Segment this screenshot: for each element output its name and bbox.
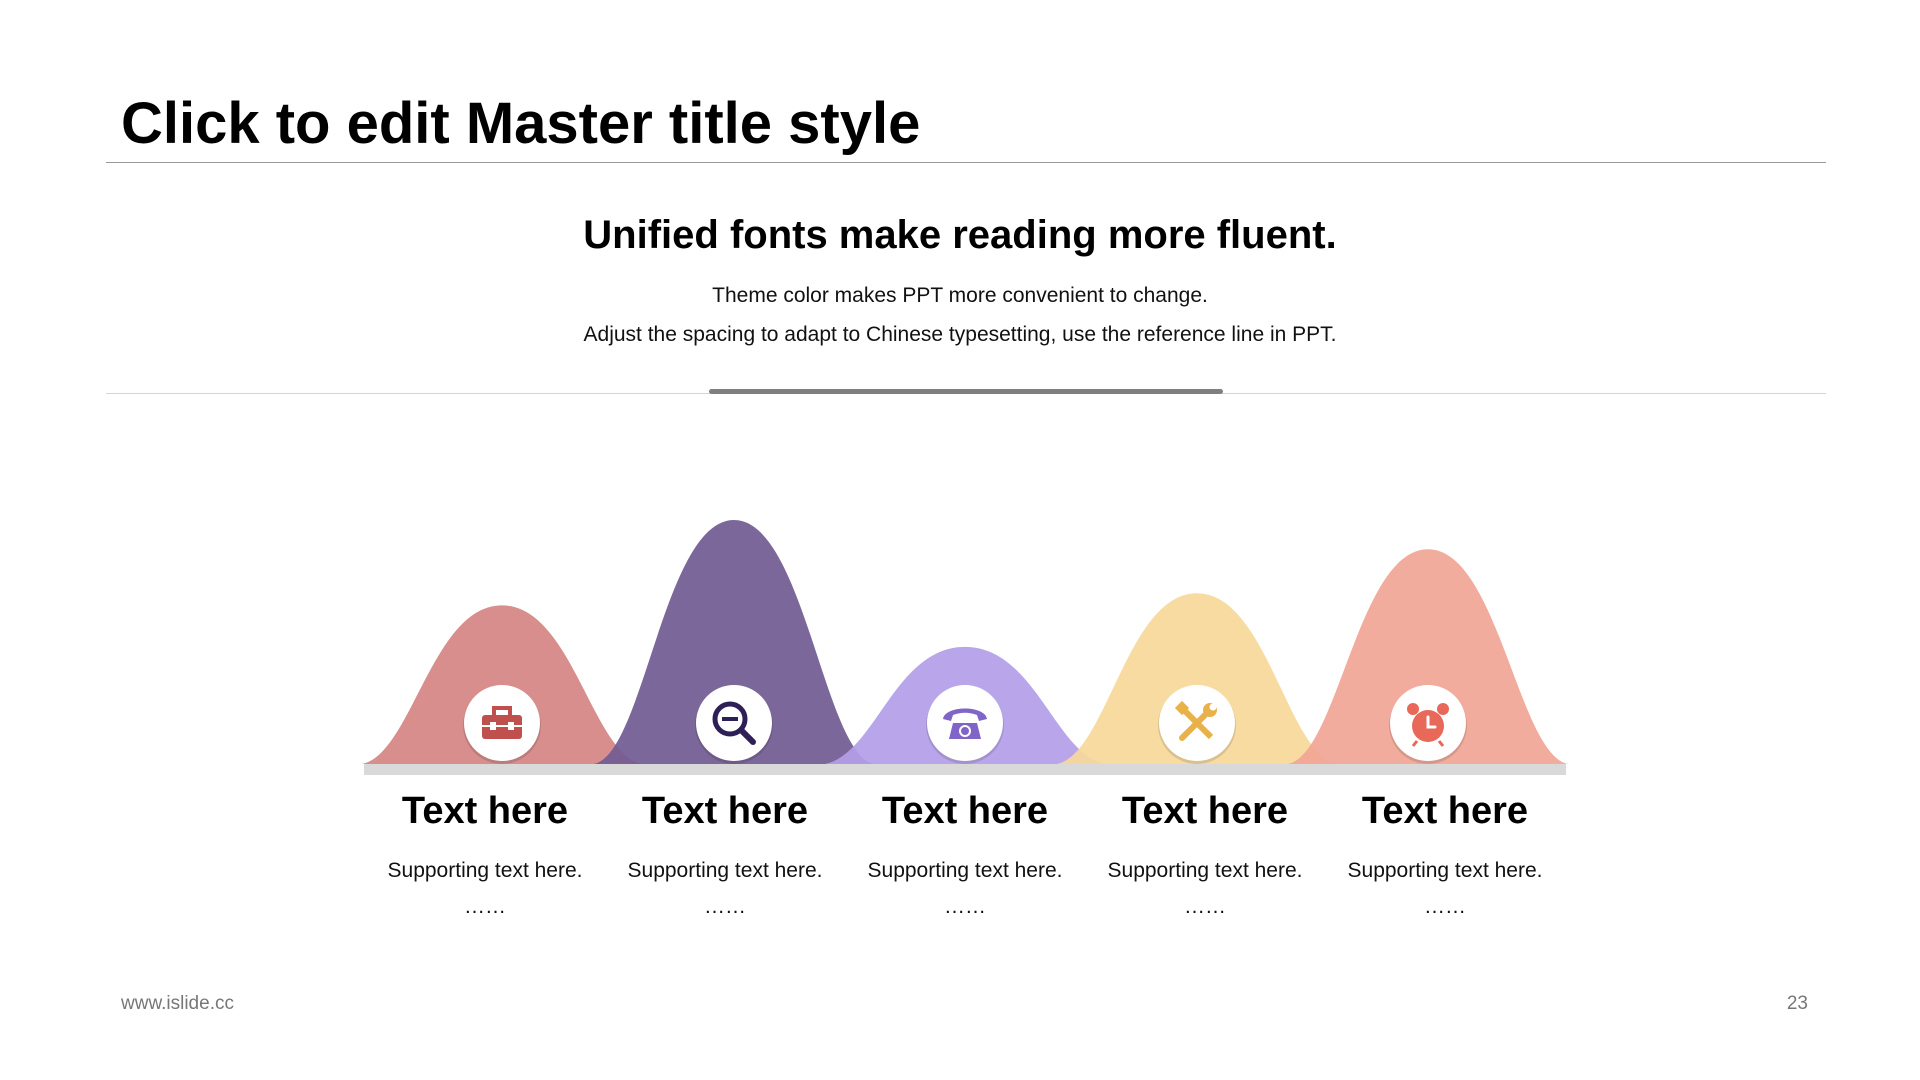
item-5: Text here Supporting text here. ……: [1325, 785, 1565, 921]
zoom-out-icon: [695, 685, 773, 764]
item-2-supporting-text: Supporting text here.: [627, 859, 823, 882]
telephone-icon: [926, 685, 1004, 764]
item-2-title: Text here: [641, 790, 809, 832]
item-1-ellipsis: ……: [464, 895, 506, 918]
item-2-ellipsis: ……: [704, 895, 746, 918]
item-5-supporting-text: Supporting text here.: [1347, 859, 1543, 882]
diagram-baseline: [364, 764, 1566, 775]
footer-url: www.islide.cc: [121, 993, 234, 1014]
item-2: Text here Supporting text here. ……: [605, 785, 845, 921]
item-1-title: Text here: [401, 790, 569, 832]
item-4-ellipsis: ……: [1184, 895, 1226, 918]
item-5-title: Text here: [1361, 790, 1529, 832]
toolbox-icon: [463, 685, 541, 764]
item-3: Text here Supporting text here. ……: [845, 785, 1085, 921]
item-3-title: Text here: [881, 790, 1049, 832]
item-3-supporting-text: Supporting text here.: [867, 859, 1063, 882]
item-1: Text here Supporting text here. ……: [365, 785, 605, 921]
item-5-ellipsis: ……: [1424, 895, 1466, 918]
item-4-supporting-text: Supporting text here.: [1107, 859, 1303, 882]
tools-icon: [1158, 685, 1236, 764]
item-3-ellipsis: ……: [944, 895, 986, 918]
alarm-clock-icon: [1389, 685, 1467, 764]
page-number: 23: [1786, 993, 1808, 1014]
item-4: Text here Supporting text here. ……: [1085, 785, 1325, 921]
item-4-title: Text here: [1121, 790, 1289, 832]
item-1-supporting-text: Supporting text here.: [387, 859, 583, 882]
